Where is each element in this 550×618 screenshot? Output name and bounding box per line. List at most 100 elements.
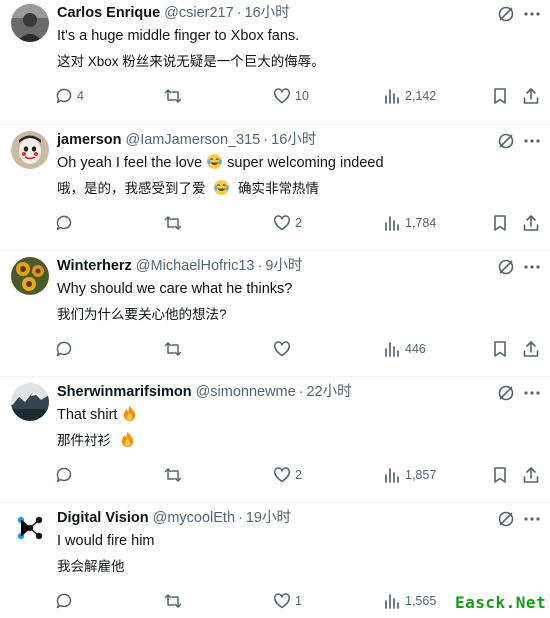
like-button[interactable]: 2 xyxy=(273,465,302,485)
share-button[interactable] xyxy=(522,339,540,359)
separator: · xyxy=(257,258,263,274)
retweet-button[interactable] xyxy=(164,339,186,359)
retweet-icon xyxy=(164,594,182,608)
bookmark-button[interactable] xyxy=(491,339,509,359)
more-options-icon[interactable] xyxy=(522,509,542,529)
avatar[interactable] xyxy=(11,383,49,421)
bookmark-button[interactable] xyxy=(491,213,509,233)
views-icon xyxy=(385,342,399,357)
tweet-text: It's a huge middle finger to Xbox fans. xyxy=(57,28,300,44)
user-handle[interactable]: @mycoolEth xyxy=(153,510,235,526)
retweet-button[interactable] xyxy=(164,213,186,233)
user-name[interactable]: Sherwinmarifsimon xyxy=(57,384,192,400)
like-button[interactable]: 2 xyxy=(273,213,302,233)
reply-button[interactable] xyxy=(55,213,77,233)
views-icon xyxy=(385,594,399,609)
action-bar: 2 1,784 xyxy=(0,213,550,233)
like-button[interactable]: 10 xyxy=(273,86,309,106)
bookmark-button[interactable] xyxy=(491,465,509,485)
retweet-button[interactable] xyxy=(164,86,186,106)
share-button[interactable] xyxy=(522,465,540,485)
retweet-button[interactable] xyxy=(164,465,186,485)
timestamp[interactable]: 9小时 xyxy=(265,258,302,274)
reply-button[interactable] xyxy=(55,339,77,359)
user-name[interactable]: Digital Vision xyxy=(57,510,149,526)
laughing-emoji-icon xyxy=(214,179,230,196)
tweet-translation-part: 哦，是的，我感受到了爱 xyxy=(57,181,206,196)
tweet-sherwinmarifsimon[interactable]: Sherwinmarifsimon @simonnewme · 22小时 That s… xyxy=(0,379,550,505)
like-count: 10 xyxy=(295,89,309,103)
tweet-text-part: That shirt xyxy=(57,407,118,423)
tweet-jamerson[interactable]: jamerson @IamJamerson_315 · 16小时 Oh yeah I … xyxy=(0,127,550,253)
share-button[interactable] xyxy=(522,213,540,233)
divider xyxy=(0,250,550,251)
retweet-icon xyxy=(164,89,182,103)
views-icon xyxy=(385,216,399,231)
tweet-winterherz[interactable]: Winterherz @MichaelHofric13 · 9小时 Why shoul… xyxy=(0,253,550,379)
grok-icon[interactable] xyxy=(497,132,515,150)
divider xyxy=(0,502,550,503)
more-options-icon[interactable] xyxy=(522,4,542,24)
views-count: 1,565 xyxy=(405,594,437,608)
more-options-icon[interactable] xyxy=(522,257,542,277)
like-button[interactable]: 1 xyxy=(273,591,302,611)
grok-icon[interactable] xyxy=(497,384,515,402)
bookmark-icon xyxy=(494,215,506,231)
user-handle[interactable]: @IamJamerson_315 xyxy=(125,132,260,148)
user-name[interactable]: jamerson xyxy=(57,132,121,148)
site-watermark: Easck.Net xyxy=(455,593,547,612)
timestamp[interactable]: 16小时 xyxy=(245,5,290,21)
bookmark-icon xyxy=(494,88,506,104)
user-name[interactable]: Carlos Enrique xyxy=(57,5,160,21)
reply-count: 4 xyxy=(77,89,84,103)
avatar[interactable] xyxy=(11,4,49,42)
user-handle[interactable]: @MichaelHofric13 xyxy=(136,258,255,274)
reply-icon xyxy=(56,593,72,609)
more-options-icon[interactable] xyxy=(522,383,542,403)
like-button[interactable] xyxy=(273,339,295,359)
bookmark-button[interactable] xyxy=(491,86,509,106)
reply-icon xyxy=(56,467,72,483)
retweet-icon xyxy=(164,216,182,230)
reply-button[interactable] xyxy=(55,591,77,611)
share-icon xyxy=(523,341,539,357)
share-button[interactable] xyxy=(522,86,540,106)
views-button[interactable]: 1,565 xyxy=(383,591,436,611)
reply-button[interactable] xyxy=(55,465,77,485)
retweet-icon xyxy=(164,468,182,482)
grok-icon[interactable] xyxy=(497,510,515,528)
like-count: 1 xyxy=(295,594,302,608)
heart-icon xyxy=(274,88,290,104)
bookmark-icon xyxy=(494,341,506,357)
grok-icon[interactable] xyxy=(497,258,515,276)
retweet-button[interactable] xyxy=(164,591,186,611)
reply-icon xyxy=(56,341,72,357)
action-bar: 4 10 2,142 xyxy=(0,86,550,106)
views-button[interactable]: 1,784 xyxy=(383,213,436,233)
views-button[interactable]: 2,142 xyxy=(383,86,436,106)
separator: · xyxy=(263,132,269,148)
reply-button[interactable]: 4 xyxy=(55,86,84,106)
avatar[interactable] xyxy=(11,509,49,547)
tweet-translation: 哦，是的，我感受到了爱 确实非常热情 xyxy=(57,179,319,199)
user-handle[interactable]: @simonnewme xyxy=(196,384,296,400)
timestamp[interactable]: 19小时 xyxy=(246,510,291,526)
tweet-text-part: Oh yeah I feel the love xyxy=(57,155,203,171)
tweet-text: That shirt xyxy=(57,405,138,425)
bookmark-icon xyxy=(494,467,506,483)
user-name[interactable]: Winterherz xyxy=(57,258,132,274)
action-bar: 446 xyxy=(0,339,550,359)
views-button[interactable]: 1,857 xyxy=(383,465,436,485)
user-handle[interactable]: @csier217 xyxy=(164,5,234,21)
avatar[interactable] xyxy=(11,131,49,169)
grok-icon[interactable] xyxy=(497,5,515,23)
timestamp[interactable]: 16小时 xyxy=(271,132,316,148)
share-icon xyxy=(523,467,539,483)
views-button[interactable]: 446 xyxy=(383,339,426,359)
tweet-carlos-enrique[interactable]: Carlos Enrique @csier217 · 16小时 It's a huge… xyxy=(0,0,550,126)
timestamp[interactable]: 22小时 xyxy=(307,384,352,400)
divider xyxy=(0,124,550,125)
avatar[interactable] xyxy=(11,257,49,295)
like-count: 2 xyxy=(295,468,302,482)
more-options-icon[interactable] xyxy=(522,131,542,151)
